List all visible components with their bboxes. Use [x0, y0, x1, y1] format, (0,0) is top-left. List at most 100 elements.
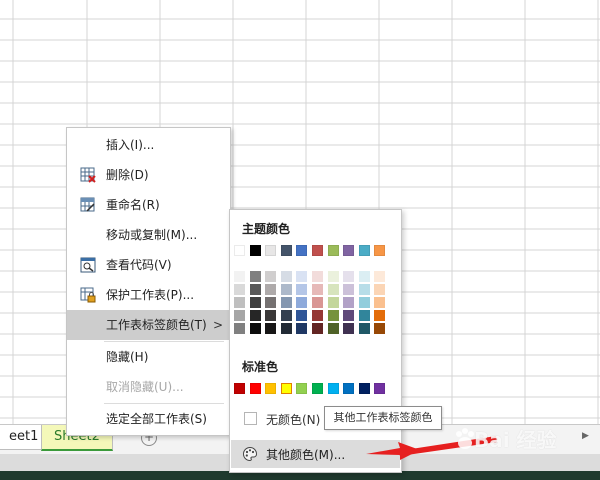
menu-item-tab-color[interactable]: 工作表标签颜色(T) > [67, 310, 230, 340]
view-code-icon [80, 257, 96, 273]
theme-shade-swatch[interactable] [327, 284, 339, 295]
theme-shade-swatch[interactable] [296, 323, 308, 334]
theme-shade-swatch[interactable] [358, 271, 370, 282]
standard-color-swatch[interactable] [265, 383, 277, 394]
theme-shade-swatch[interactable] [234, 297, 245, 308]
theme-shade-swatch[interactable] [280, 297, 292, 308]
theme-color-swatch[interactable] [265, 245, 277, 256]
theme-shade-swatch[interactable] [327, 310, 339, 321]
standard-color-swatch[interactable] [374, 383, 386, 394]
theme-shade-swatch[interactable] [312, 297, 323, 308]
theme-shade-swatch[interactable] [296, 284, 308, 295]
standard-color-swatch[interactable] [249, 383, 261, 394]
theme-colors-title: 主题颜色 [242, 222, 291, 236]
sheet-context-menu: 插入(I)... 删除(D) 重命名(R) 移动或复制(M)... 查看代码(V… [66, 127, 231, 436]
menu-item-label: 隐藏(H) [106, 350, 149, 364]
theme-shade-swatch[interactable] [327, 271, 339, 282]
theme-shade-swatch[interactable] [249, 323, 261, 334]
theme-shade-swatch[interactable] [374, 284, 386, 295]
theme-shade-swatch[interactable] [280, 323, 292, 334]
theme-shade-swatch[interactable] [234, 284, 245, 295]
theme-color-swatch[interactable] [358, 245, 370, 256]
menu-item-view-code[interactable]: 查看代码(V) [67, 250, 230, 280]
theme-shade-swatch[interactable] [343, 323, 355, 334]
standard-color-swatch[interactable] [343, 383, 355, 394]
menu-item-label: 查看代码(V) [106, 258, 172, 272]
theme-shade-swatch[interactable] [249, 297, 261, 308]
theme-shade-swatch[interactable] [265, 271, 277, 282]
theme-shade-swatch[interactable] [280, 310, 292, 321]
theme-shade-swatch[interactable] [358, 323, 370, 334]
rename-sheet-icon [80, 197, 95, 212]
menu-item-label: 保护工作表(P)... [106, 288, 195, 302]
theme-shade-swatch[interactable] [296, 271, 308, 282]
theme-shade-swatch[interactable] [327, 323, 339, 334]
menu-item-insert[interactable]: 插入(I)... [67, 130, 230, 160]
theme-shade-swatch[interactable] [327, 297, 339, 308]
theme-shade-swatch[interactable] [358, 284, 370, 295]
menu-item-move-copy[interactable]: 移动或复制(M)... [67, 220, 230, 250]
theme-shade-swatch[interactable] [234, 323, 245, 334]
menu-item-hide[interactable]: 隐藏(H) [67, 342, 230, 372]
menu-item-protect-sheet[interactable]: 保护工作表(P)... [67, 280, 230, 310]
theme-shade-swatch[interactable] [374, 310, 386, 321]
standard-color-swatch[interactable] [234, 383, 245, 394]
standard-color-swatch[interactable] [327, 383, 339, 394]
theme-shade-swatch[interactable] [312, 284, 323, 295]
palette-icon [243, 446, 258, 462]
theme-shade-swatch[interactable] [343, 271, 355, 282]
menu-item-select-all-sheets[interactable]: 选定全部工作表(S) [67, 404, 230, 434]
theme-shade-swatch[interactable] [312, 310, 323, 321]
theme-shade-swatch[interactable] [312, 271, 323, 282]
theme-shade-swatch[interactable] [374, 271, 386, 282]
theme-shade-swatch[interactable] [374, 297, 386, 308]
theme-color-swatch[interactable] [249, 245, 261, 256]
theme-color-swatch[interactable] [327, 245, 339, 256]
theme-shade-swatch[interactable] [358, 310, 370, 321]
standard-color-swatch[interactable] [358, 383, 370, 394]
menu-item-rename[interactable]: 重命名(R) [67, 190, 230, 220]
theme-shade-swatch[interactable] [296, 297, 308, 308]
theme-color-swatch[interactable] [234, 245, 245, 256]
theme-shade-swatch[interactable] [280, 271, 292, 282]
standard-color-swatch[interactable] [312, 383, 323, 394]
menu-item-unhide: 取消隐藏(U)... [67, 372, 230, 402]
menu-item-label: 插入(I)... [106, 138, 155, 152]
theme-color-swatch[interactable] [296, 245, 308, 256]
menu-item-label: 工作表标签颜色(T) [106, 318, 207, 332]
theme-shade-swatch[interactable] [312, 323, 323, 334]
theme-shade-swatch[interactable] [374, 323, 386, 334]
theme-color-swatch[interactable] [280, 245, 292, 256]
theme-shade-swatch[interactable] [265, 297, 277, 308]
theme-shade-swatch[interactable] [249, 271, 261, 282]
theme-shade-swatch[interactable] [358, 297, 370, 308]
menu-item-delete[interactable]: 删除(D) [67, 160, 230, 190]
menu-item-label: 重命名(R) [106, 198, 160, 212]
more-colors-label: 其他颜色(M)... [266, 448, 346, 462]
theme-color-swatch[interactable] [374, 245, 386, 256]
theme-shade-swatch[interactable] [265, 284, 277, 295]
standard-color-swatch[interactable] [279, 382, 293, 395]
standard-color-swatch[interactable] [296, 383, 308, 394]
protect-sheet-icon [80, 287, 96, 303]
theme-shade-swatch[interactable] [343, 297, 355, 308]
delete-sheet-icon [80, 167, 96, 183]
theme-shade-swatch[interactable] [249, 284, 261, 295]
no-color-label: 无颜色(N) [266, 413, 321, 427]
watermark: Bai 经验 [452, 420, 596, 460]
theme-color-swatch[interactable] [312, 245, 323, 256]
no-color-swatch [244, 412, 257, 425]
theme-shade-swatch[interactable] [249, 310, 261, 321]
theme-shade-swatch[interactable] [234, 271, 245, 282]
watermark-text: Bai 经验 [474, 428, 557, 452]
theme-color-swatch[interactable] [343, 245, 355, 256]
menu-item-label: 取消隐藏(U)... [106, 380, 184, 394]
theme-shade-swatch[interactable] [265, 323, 277, 334]
theme-shade-swatch[interactable] [234, 310, 245, 321]
theme-shade-swatch[interactable] [296, 310, 308, 321]
theme-shade-swatch[interactable] [343, 284, 355, 295]
theme-shade-swatch[interactable] [265, 310, 277, 321]
menu-item-label: 选定全部工作表(S) [106, 412, 207, 426]
theme-shade-swatch[interactable] [280, 284, 292, 295]
theme-shade-swatch[interactable] [343, 310, 355, 321]
